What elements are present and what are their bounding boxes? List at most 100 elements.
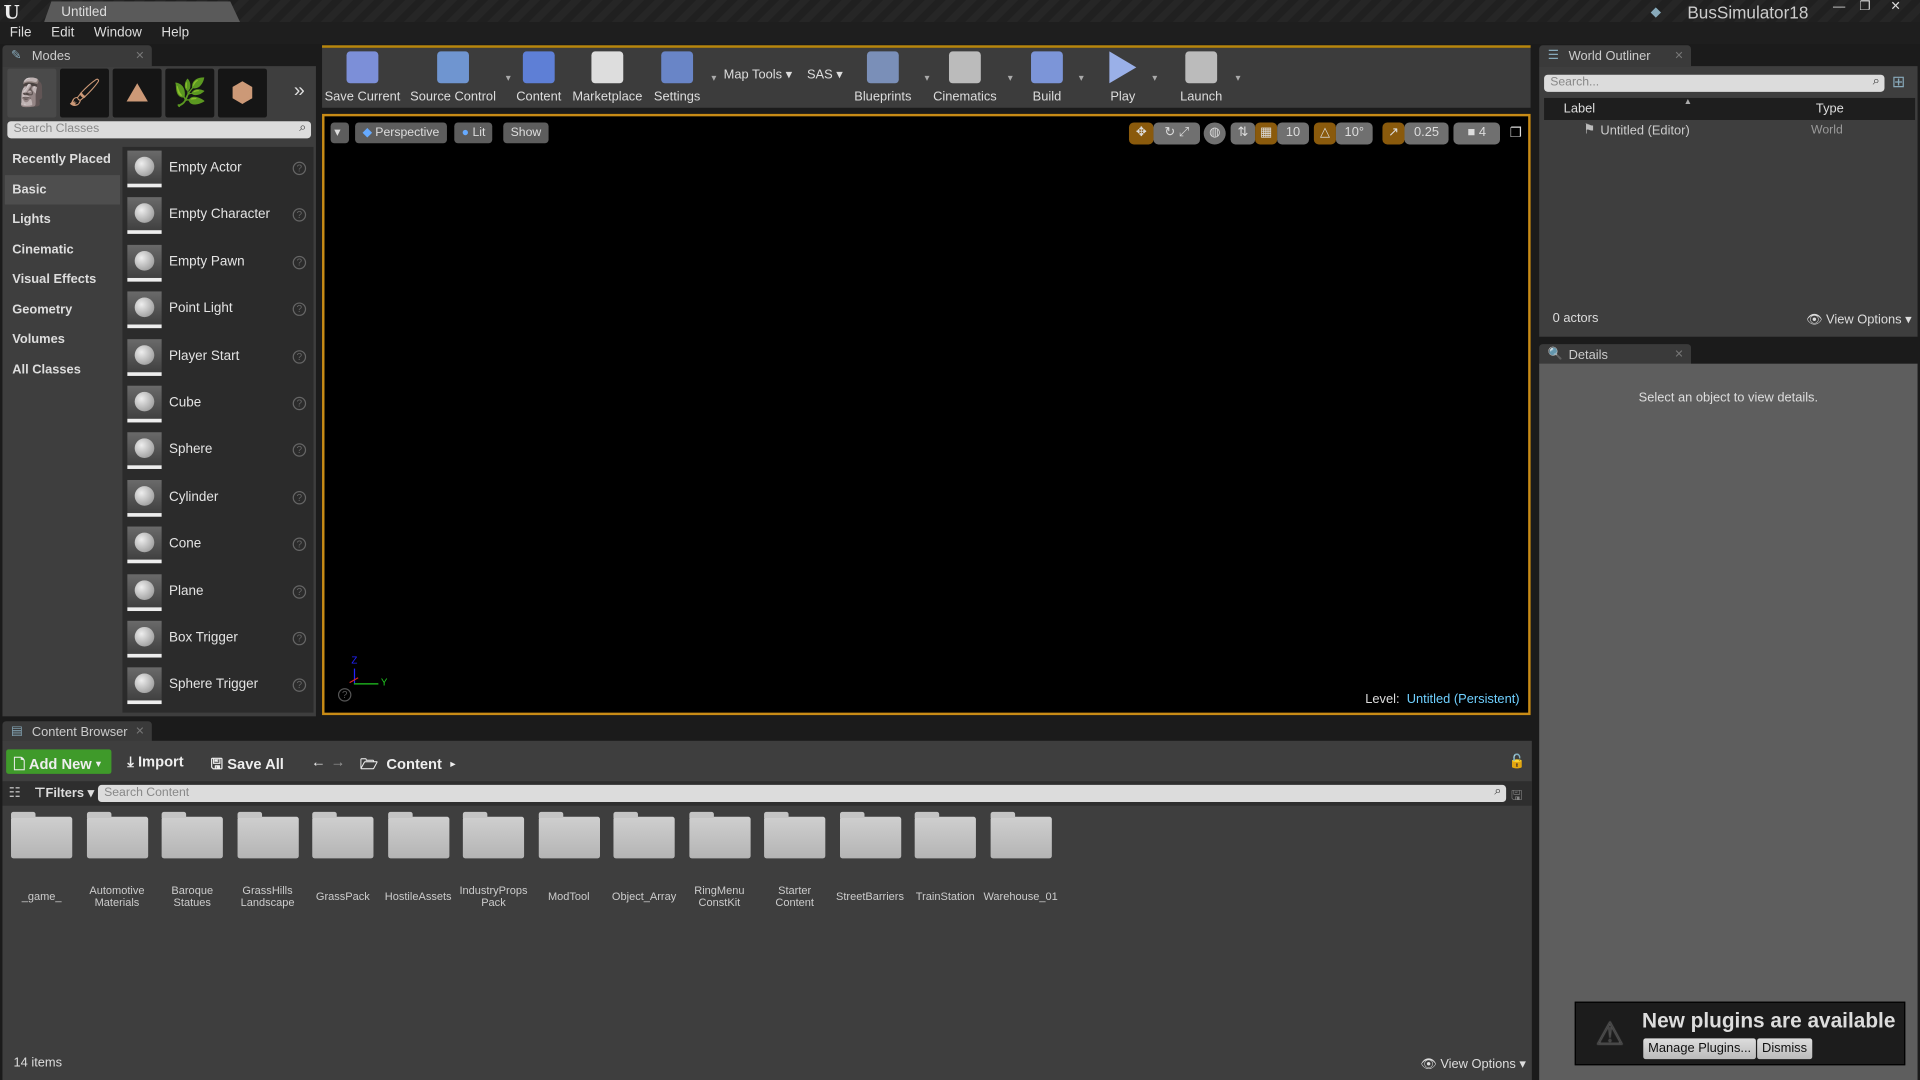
level-name-link[interactable]: Untitled (Persistent) [1407,692,1520,707]
category-visual-effects[interactable]: Visual Effects [5,264,120,294]
menu-edit[interactable]: Edit [41,22,84,44]
minimize-button[interactable]: — [1827,0,1851,15]
folder-ringmenu-constkit[interactable]: RingMenu ConstKit [685,811,754,910]
help-icon[interactable]: ? [292,631,307,646]
close-icon[interactable]: ✕ [1674,49,1683,62]
help-icon[interactable]: ? [292,396,307,411]
perspective-button[interactable]: ◆ Perspective [355,122,447,144]
lock-icon[interactable]: 🔓 [1509,753,1526,769]
folder-automotive-materials[interactable]: Automotive Materials [83,811,152,910]
class-item[interactable]: Point Light? [122,288,313,335]
type-column-header[interactable]: Type [1816,102,1844,117]
class-item[interactable]: Player Start? [122,335,313,382]
label-column-header[interactable]: Label [1564,102,1595,117]
class-item[interactable]: Cube? [122,382,313,429]
folder-starter-content[interactable]: Starter Content [760,811,829,910]
help-icon[interactable]: ? [292,537,307,552]
category-basic[interactable]: Basic [4,174,121,205]
help-icon[interactable]: ? [337,688,352,702]
close-icon[interactable]: ✕ [135,725,144,738]
class-item[interactable]: Sphere? [122,429,313,476]
category-cinematic[interactable]: Cinematic [5,234,120,264]
menu-file[interactable]: File [0,22,41,44]
help-icon[interactable]: ? [292,302,307,317]
scale-snap-icon[interactable]: ↗ [1382,122,1405,145]
source-control-status-icon[interactable]: ◆ [1651,4,1661,20]
help-icon[interactable]: ? [292,255,307,270]
surface-snap-icon[interactable]: ⇅ [1230,122,1256,145]
toolbar-settings-button[interactable]: Settings ▾ [650,48,716,108]
close-button[interactable]: ✕ [1883,0,1907,15]
add-filter-icon[interactable]: ⊞ [1892,72,1905,92]
toolbar-save-current-button[interactable]: Save Current [324,48,400,108]
folder-baroque-statues[interactable]: Baroque Statues [158,811,227,910]
toolbar-marketplace-button[interactable]: Marketplace [572,48,643,108]
lit-button[interactable]: ● Lit [454,122,493,144]
paint-mode-icon[interactable]: 🖌 [60,68,109,118]
place-mode-icon[interactable]: 🗿 [7,68,57,118]
landscape-mode-icon[interactable]: ⛰ [112,68,162,118]
chevron-down-icon[interactable]: ▾ [1235,72,1240,83]
content-browser-tab[interactable]: ▤ Content Browser ✕ [2,721,152,743]
folder-modtool[interactable]: ModTool [534,811,603,910]
chevron-down-icon[interactable]: ▾ [1079,72,1084,83]
save-all-button[interactable]: 🖫 Save All [203,749,291,773]
folder-industryprops-pack[interactable]: IndustryProps Pack [459,811,528,910]
details-tab[interactable]: 🔍 Details ✕ [1539,344,1692,365]
import-button[interactable]: ⤓ Import [120,749,191,773]
help-icon[interactable]: ? [292,678,307,693]
class-item[interactable]: Cone? [122,523,313,570]
maximize-button[interactable]: ❐ [1853,0,1877,15]
class-item[interactable]: Cylinder? [122,476,313,523]
class-item[interactable]: Sphere Trigger? [122,664,313,711]
search-content-input[interactable]: Search Content ⌕ [97,784,1507,803]
path-content[interactable]: 🗁 Content ▸ [353,749,463,773]
cb-view-options-button[interactable]: 👁 View Options ▾ [1420,1056,1525,1072]
help-icon[interactable]: ? [292,584,307,599]
category-volumes[interactable]: Volumes [5,324,120,354]
geometry-mode-icon[interactable]: ⬢ [217,68,267,118]
sources-toggle-icon[interactable]: ☷ [9,785,21,801]
rotate-tool-icon[interactable]: ↻ [1164,125,1175,140]
help-icon[interactable]: ? [292,161,307,176]
forward-button[interactable]: → [323,749,352,773]
scale-snap-value[interactable]: 0.25 [1404,122,1449,145]
category-all-classes[interactable]: All Classes [5,354,120,384]
folder-warehouse-01[interactable]: Warehouse_01 [983,811,1058,910]
toolbar-launch-button[interactable]: Launch ▾ [1174,48,1240,108]
scale-tool-icon[interactable]: ⤢ [1179,125,1189,140]
menu-window[interactable]: Window [84,22,152,44]
document-tab[interactable]: Untitled [44,1,241,23]
world-local-icon[interactable]: ◍ [1203,122,1226,145]
chevron-down-icon[interactable]: ▾ [506,72,511,83]
manage-plugins-button[interactable]: Manage Plugins... [1643,1038,1756,1060]
save-search-icon[interactable]: 🖫 [1511,785,1522,808]
toolbar-build-button[interactable]: Build ▾ [1022,48,1084,108]
rotation-snap-icon[interactable]: △ [1313,122,1336,145]
class-item[interactable]: Plane? [122,570,313,617]
toolbar-source-control-button[interactable]: Source Control ▾ [408,48,511,108]
chevron-down-icon[interactable]: ▾ [1152,72,1157,83]
show-button[interactable]: Show [503,122,549,144]
toolbar-play-button[interactable]: Play ▾ [1101,48,1157,108]
folder-streetbarriers[interactable]: StreetBarriers [836,811,905,910]
folder-object-array[interactable]: Object_Array [610,811,679,910]
world-outliner-tab[interactable]: ☰ World Outliner ✕ [1539,45,1692,67]
add-new-button[interactable]: 🗋 Add New ▾ [6,749,112,774]
level-viewport[interactable]: ▾ ◆ Perspective ● Lit Show ✥ ↻ ⤢ ◍ ⇅ ▦ 1… [322,113,1531,716]
modes-tab[interactable]: ✎ Modes ✕ [2,45,152,67]
rotate-scale-tools[interactable]: ↻ ⤢ [1153,122,1201,145]
folder-game[interactable]: _game_ [7,811,76,910]
folder-hostileassets[interactable]: HostileAssets [384,811,453,910]
viewport-options-button[interactable]: ▾ [330,122,349,144]
camera-speed-button[interactable]: ■ 4 [1453,122,1501,145]
filters-button[interactable]: ⊤Filters ▾ [34,786,94,801]
dismiss-button[interactable]: Dismiss [1757,1038,1812,1060]
help-icon[interactable]: ? [292,208,307,223]
help-icon[interactable]: ? [292,443,307,458]
maximize-viewport-icon[interactable]: ❐ [1510,125,1522,141]
category-lights[interactable]: Lights [5,204,120,234]
class-item[interactable]: Box Trigger? [122,617,313,664]
rotation-snap-value[interactable]: 10° [1335,122,1373,145]
menu-help[interactable]: Help [152,22,199,44]
